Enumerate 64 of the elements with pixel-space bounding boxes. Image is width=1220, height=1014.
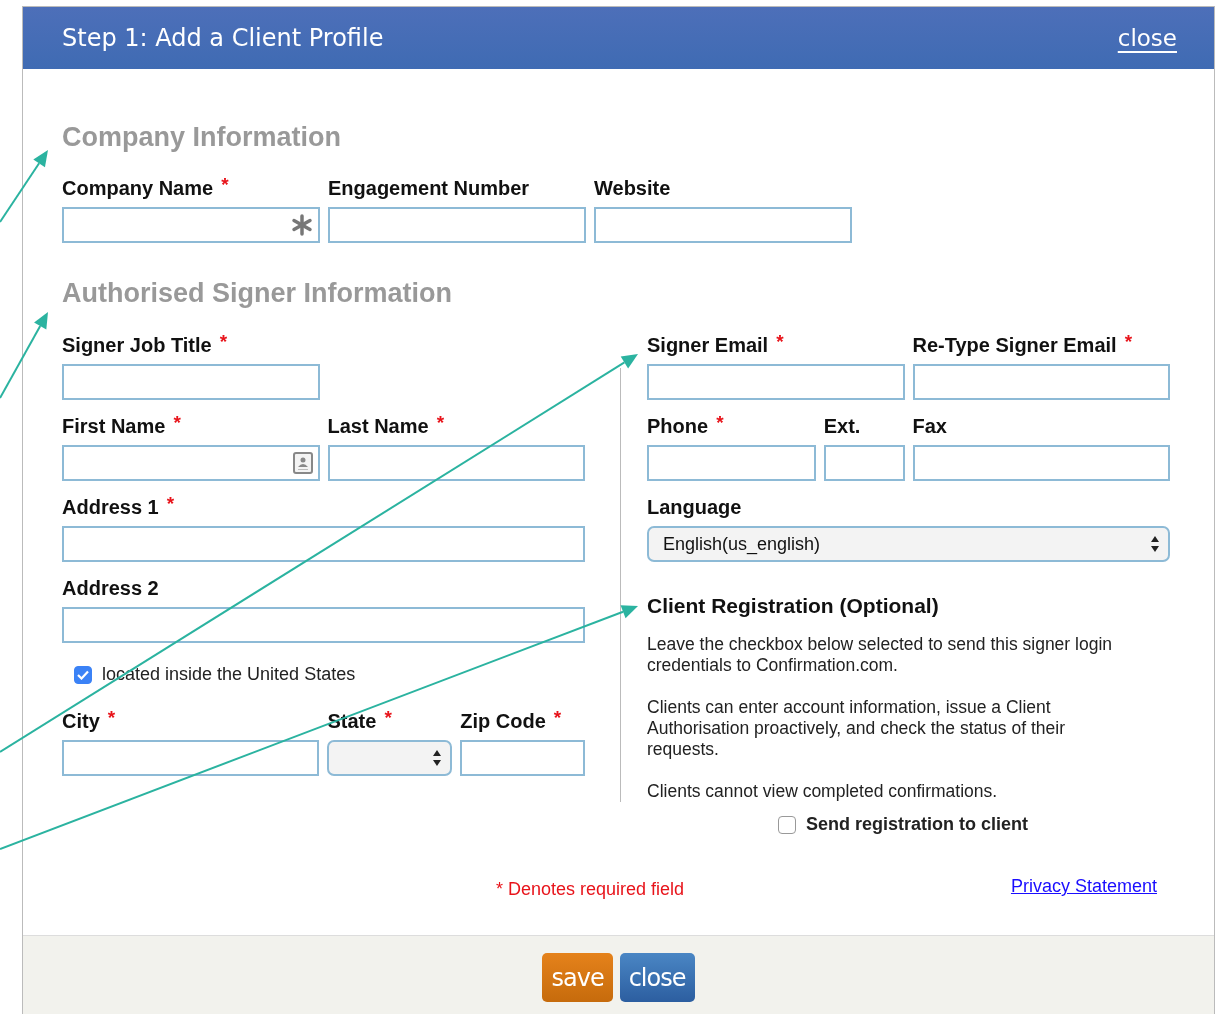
- field-label: Last Name: [327, 414, 429, 438]
- input-field[interactable]: [327, 445, 585, 481]
- checkbox[interactable]: [74, 665, 92, 684]
- field-label: Engagement Number: [328, 176, 530, 200]
- input-field[interactable]: [328, 207, 586, 243]
- info-paragraph: Clients cannot view completed confirmations.: [647, 781, 999, 802]
- section-heading: Company Information: [62, 121, 342, 153]
- checkbox[interactable]: [778, 815, 796, 834]
- input-field[interactable]: [62, 207, 320, 243]
- input-field[interactable]: [912, 445, 1170, 481]
- input-field[interactable]: [62, 607, 585, 643]
- checkbox-label: Send registration to client: [806, 814, 1029, 835]
- input-field[interactable]: [460, 740, 585, 776]
- info-paragraph: Clients can enter account information, issue a Client Authorisation proactively, and check the status of their requests.: [647, 697, 1066, 760]
- field-label: Fax: [912, 414, 947, 438]
- required-mark: *: [436, 414, 445, 432]
- required-mark: *: [553, 709, 562, 727]
- input-field[interactable]: [62, 740, 320, 776]
- field-label: Signer Job Title: [62, 333, 212, 357]
- input-field[interactable]: [62, 526, 585, 562]
- dialog-title: Step 1: Add a Client Profile: [62, 24, 384, 52]
- asterisk-icon[interactable]: [291, 214, 313, 236]
- privacy-link[interactable]: Privacy Statement: [1010, 876, 1157, 897]
- contact-card-icon[interactable]: [292, 452, 313, 474]
- field-label: State: [327, 709, 377, 733]
- close-link[interactable]: close: [1117, 25, 1177, 51]
- required-mark: *: [384, 709, 392, 727]
- field-label: Language: [647, 495, 742, 519]
- field-label: City: [62, 709, 100, 733]
- subsection-heading: Client Registration (Optional): [647, 593, 940, 619]
- input-field[interactable]: [62, 445, 320, 481]
- field-label: Re-Type Signer Email: [912, 333, 1117, 357]
- input-field[interactable]: [823, 445, 905, 481]
- required-mark: *: [1124, 333, 1133, 351]
- input-field[interactable]: [912, 364, 1170, 400]
- field-label: Signer Email: [647, 333, 769, 357]
- required-mark: *: [166, 495, 175, 513]
- required-mark: *: [219, 333, 228, 351]
- field-label: Zip Code: [460, 709, 546, 733]
- required-mark: *: [107, 709, 116, 727]
- field-label: Address 1: [62, 495, 159, 519]
- input-field[interactable]: [647, 364, 905, 400]
- field-label: Address 2: [62, 576, 159, 600]
- input-field[interactable]: [647, 445, 816, 481]
- required-note: * Denotes required field: [495, 879, 685, 900]
- required-mark: *: [716, 414, 724, 432]
- select-field[interactable]: [327, 740, 453, 776]
- field-label: Ext.: [823, 414, 861, 438]
- action-button[interactable]: save: [542, 953, 613, 1002]
- field-label: First Name: [62, 414, 166, 438]
- required-mark: *: [221, 176, 229, 194]
- select-arrows-icon: [1150, 535, 1160, 553]
- action-button[interactable]: close: [619, 953, 695, 1002]
- input-field[interactable]: [62, 364, 320, 400]
- field-label: Website: [594, 176, 671, 200]
- info-paragraph: Leave the checkbox below selected to send this signer login credentials to Confirmation.com.: [647, 634, 1113, 676]
- field-label: Company Name: [62, 176, 214, 200]
- required-mark: *: [776, 333, 784, 351]
- select-field[interactable]: English(us_english): [647, 526, 1170, 562]
- section-heading: Authorised Signer Information: [62, 277, 453, 309]
- required-mark: *: [173, 414, 181, 432]
- input-field[interactable]: [594, 207, 852, 243]
- field-label: Phone: [647, 414, 709, 438]
- select-arrows-icon: [432, 749, 443, 767]
